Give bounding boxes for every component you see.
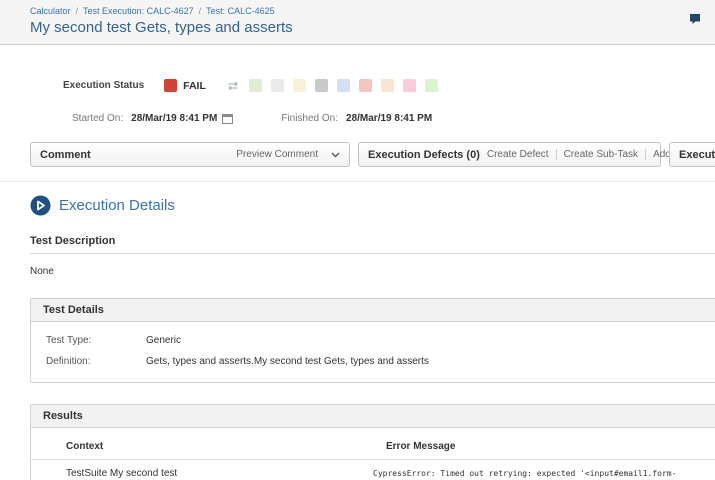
definition-value: Gets, types and asserts.My second test G…	[146, 356, 429, 367]
results-table-header: Context Error Message	[31, 432, 715, 460]
current-status-button[interactable]: FAIL	[164, 79, 206, 92]
status-swatch[interactable]	[359, 79, 372, 92]
status-swatch[interactable]	[249, 79, 262, 92]
status-color-square	[164, 79, 177, 92]
result-error-message: CypressError: Timed out retrying: expect…	[373, 468, 715, 480]
chevron-down-icon[interactable]	[331, 152, 340, 158]
definition-row: Definition: Gets, types and asserts.My s…	[31, 351, 715, 372]
execution-details-title: Execution Details	[59, 197, 175, 214]
test-type-value: Generic	[146, 335, 181, 346]
preview-comment-button[interactable]: Preview Comment	[229, 149, 325, 160]
status-value: FAIL	[183, 80, 206, 92]
test-type-label: Test Type:	[46, 335, 146, 346]
breadcrumb: Calculator / Test Execution: CALC-4627 /…	[30, 6, 685, 16]
status-swatch[interactable]	[425, 79, 438, 92]
panels-row: Comment Preview Comment Execution Defect…	[30, 142, 715, 167]
breadcrumb-separator: /	[199, 6, 202, 16]
context-column-header: Context	[31, 441, 373, 452]
execution-status-row: Execution Status FAIL	[63, 79, 715, 92]
execution-details-heading: Execution Details	[30, 195, 715, 216]
status-swatch[interactable]	[293, 79, 306, 92]
test-description-value: None	[30, 266, 715, 277]
error-message-column-header: Error Message	[373, 441, 715, 452]
breadcrumb-link-project[interactable]: Calculator	[30, 6, 71, 16]
results-heading: Results	[31, 405, 715, 428]
started-on-value[interactable]: 28/Mar/19 8:41 PM	[131, 113, 217, 124]
section-divider	[0, 181, 715, 182]
breadcrumb-separator: /	[76, 6, 79, 16]
page-title: My second test Gets, types and asserts	[30, 19, 685, 36]
results-section: Results Context Error Message TestSuite …	[30, 404, 715, 480]
status-swatch[interactable]	[337, 79, 350, 92]
comment-panel-header: Comment Preview Comment	[30, 142, 350, 167]
finished-on-value[interactable]: 28/Mar/19 8:41 PM	[346, 113, 432, 124]
breadcrumb-link-test-execution[interactable]: Test Execution: CALC-4627	[83, 6, 194, 16]
test-details-heading: Test Details	[31, 299, 715, 322]
execution-evidence-panel-header: Execution Evidence	[669, 142, 715, 167]
breadcrumb-link-test[interactable]: Test: CALC-4625	[206, 6, 275, 16]
test-type-row: Test Type: Generic	[31, 330, 715, 351]
result-row: TestSuite My second test CypressError: T…	[31, 460, 715, 480]
started-on-label: Started On:	[72, 113, 123, 124]
execution-defects-panel-header: Execution Defects (0) Create Defect Crea…	[358, 142, 661, 167]
test-details-section: Test Details Test Type: Generic Definiti…	[30, 298, 715, 383]
feedback-icon[interactable]	[689, 12, 701, 24]
definition-label: Definition:	[46, 356, 146, 367]
calendar-icon[interactable]	[222, 113, 233, 124]
create-subtask-button[interactable]: Create Sub-Task	[557, 149, 646, 160]
status-swatch[interactable]	[271, 79, 284, 92]
test-description-section: Test Description None	[30, 235, 715, 277]
page-header: Calculator / Test Execution: CALC-4627 /…	[0, 0, 715, 45]
create-defect-button[interactable]: Create Defect	[480, 149, 557, 160]
result-context: TestSuite My second test	[31, 468, 373, 479]
results-table: Context Error Message TestSuite My secon…	[31, 428, 715, 480]
status-swatch[interactable]	[403, 79, 416, 92]
execution-defects-title: Execution Defects (0)	[368, 149, 480, 161]
swap-arrows-icon[interactable]	[226, 81, 240, 91]
comment-panel-title: Comment	[40, 149, 91, 161]
play-circle-icon	[30, 195, 51, 216]
execution-evidence-title: Execution Evidence	[679, 149, 715, 161]
status-swatch[interactable]	[381, 79, 394, 92]
execution-status-label: Execution Status	[63, 80, 144, 91]
status-swatch[interactable]	[315, 79, 328, 92]
execution-dates-row: Started On: 28/Mar/19 8:41 PM Finished O…	[72, 113, 715, 124]
finished-on-label: Finished On:	[281, 113, 338, 124]
test-description-heading: Test Description	[30, 235, 715, 254]
